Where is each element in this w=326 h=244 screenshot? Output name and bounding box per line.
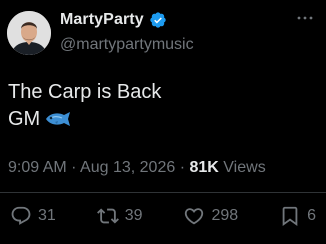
like-count: 298 [211,207,239,224]
avatar-photo [7,11,51,55]
avatar[interactable] [7,11,51,55]
like-icon [185,208,204,225]
more-options-icon[interactable] [296,11,314,25]
tweet-line-2-text: GM [8,108,41,130]
tweet-date[interactable]: Aug 13, 2026 [80,159,175,176]
author-display-name[interactable]: MartyParty [60,11,144,29]
bookmark-button[interactable]: 6 [279,205,316,227]
divider [0,192,326,193]
action-bar: 31 39 298 6 [10,204,316,228]
meta-separator: · [71,159,77,176]
repost-count: 39 [124,207,143,224]
reply-button[interactable]: 31 [10,205,56,227]
repost-icon [96,208,119,224]
views-count[interactable]: 81K [189,159,218,176]
tweet-text: The Carp is Back GM [8,79,308,133]
like-button[interactable]: 298 [183,205,238,227]
reply-icon [11,206,31,225]
verified-badge-icon [150,12,166,28]
reply-count: 31 [38,207,56,224]
views-label: Views [223,159,266,176]
author-handle[interactable]: @martypartymusic [60,36,194,54]
tweet-line-1: The Carp is Back [8,81,162,103]
author-name-row: MartyParty [60,11,167,29]
bookmark-icon [282,206,298,227]
fish-emoji [46,112,71,126]
tweet-time[interactable]: 9:09 AM [8,159,67,176]
bookmark-count: 6 [307,207,316,224]
repost-button[interactable]: 39 [96,205,143,227]
meta-separator: · [179,159,186,176]
tweet-meta: 9:09 AM · Aug 13, 2026 · 81K Views [8,159,266,177]
tweet-line-2: GM [8,106,308,133]
